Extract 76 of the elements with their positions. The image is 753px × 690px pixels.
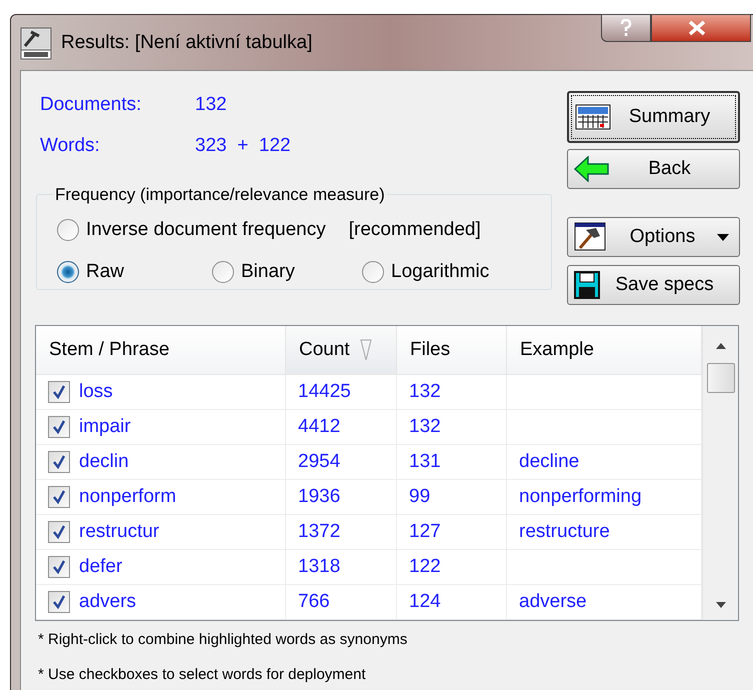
app-icon — [19, 26, 53, 60]
radio-label[interactable]: Inverse document frequency — [86, 216, 326, 244]
checkbox[interactable] — [48, 381, 70, 403]
table-cell-text: restructur — [79, 520, 160, 544]
table-cell-text: 4412 — [298, 414, 340, 439]
table-cell-text: 766 — [298, 590, 330, 614]
table-cell-text: loss — [79, 380, 113, 404]
checkbox[interactable] — [48, 521, 70, 543]
table-cell-text: 2954 — [298, 450, 340, 474]
radio-button[interactable] — [212, 261, 234, 284]
table-cell-text: 1936 — [298, 484, 340, 509]
table-cell-text: 124 — [409, 590, 441, 614]
check-icon — [52, 490, 66, 504]
check-icon — [52, 420, 66, 434]
summary-button[interactable]: Summary — [567, 91, 740, 143]
stat-value: 132 — [195, 93, 227, 117]
stat-label: Documents: — [40, 93, 142, 117]
back-button[interactable]: Back — [567, 149, 740, 189]
check-icon — [52, 525, 66, 539]
calculator-icon — [575, 104, 611, 130]
save-button[interactable]: Save specs — [567, 265, 740, 305]
hint-text: * Use checkboxes to select words for deployment — [38, 664, 367, 684]
checkbox[interactable] — [48, 591, 70, 613]
radio-label[interactable]: Logarithmic — [391, 258, 490, 286]
scroll-down-icon[interactable] — [716, 602, 726, 608]
options-button[interactable]: Options — [567, 217, 740, 257]
hammer-icon — [574, 222, 608, 252]
table-cell-text: advers — [79, 590, 136, 614]
left-arrow-icon — [574, 156, 610, 182]
group-title: Frequency (importance/relevance measure) — [54, 184, 386, 206]
table-cell-text: nonperforming — [519, 484, 642, 509]
caret-icon — [717, 234, 729, 240]
table-cell-text: adverse — [519, 590, 587, 614]
checkbox[interactable] — [48, 451, 70, 473]
table-cell-text: 99 — [409, 484, 430, 509]
table-cell-text: restructure — [519, 520, 610, 544]
table-cell-text: impair — [79, 414, 131, 439]
stat-value: 323 + 122 — [195, 134, 291, 158]
radio-button[interactable] — [57, 218, 79, 241]
checkbox[interactable] — [48, 556, 70, 578]
check-icon — [52, 560, 66, 574]
radio-button[interactable] — [362, 261, 384, 284]
window-title: Results: [Není aktivní tabulka] — [61, 30, 312, 55]
close-icon — [688, 20, 706, 36]
checkbox[interactable] — [48, 416, 70, 438]
hint-text: * Right-click to combine highlighted words as synonyms — [38, 630, 408, 650]
scroll-thumb[interactable] — [706, 363, 734, 393]
check-icon — [52, 455, 66, 469]
check-icon — [52, 595, 66, 609]
table-cell-text: nonperform — [79, 484, 176, 509]
scroll-up-icon[interactable] — [716, 343, 726, 349]
help-icon — [620, 19, 632, 37]
close-button[interactable] — [651, 14, 751, 42]
help-button[interactable] — [601, 14, 651, 42]
radio-button[interactable] — [57, 261, 79, 284]
table-cell-text: 122 — [409, 554, 441, 579]
table-cell-text: 132 — [409, 380, 441, 404]
checkbox[interactable] — [48, 486, 70, 508]
radio-label[interactable]: Binary — [241, 258, 295, 286]
table-cell-text: 132 — [409, 414, 441, 439]
table-cell-text: 131 — [409, 450, 441, 474]
check-icon — [52, 385, 66, 399]
sort-icon — [360, 339, 372, 361]
table-cell-text: defer — [79, 554, 122, 579]
table-cell-text: 14425 — [298, 380, 351, 404]
table-cell-text: declin — [79, 450, 129, 474]
radio-note: [recommended] — [348, 218, 481, 242]
scrollbar[interactable] — [702, 326, 738, 620]
stat-label: Words: — [40, 134, 101, 158]
table-cell-text: decline — [519, 450, 580, 474]
column-header[interactable]: Files — [397, 326, 507, 374]
table-cell-text: 1372 — [298, 520, 340, 544]
radio-label[interactable]: Raw — [86, 258, 124, 286]
table-cell-text: 1318 — [298, 554, 340, 579]
column-header[interactable]: Count — [286, 326, 397, 374]
table-cell-text: 127 — [409, 520, 441, 544]
